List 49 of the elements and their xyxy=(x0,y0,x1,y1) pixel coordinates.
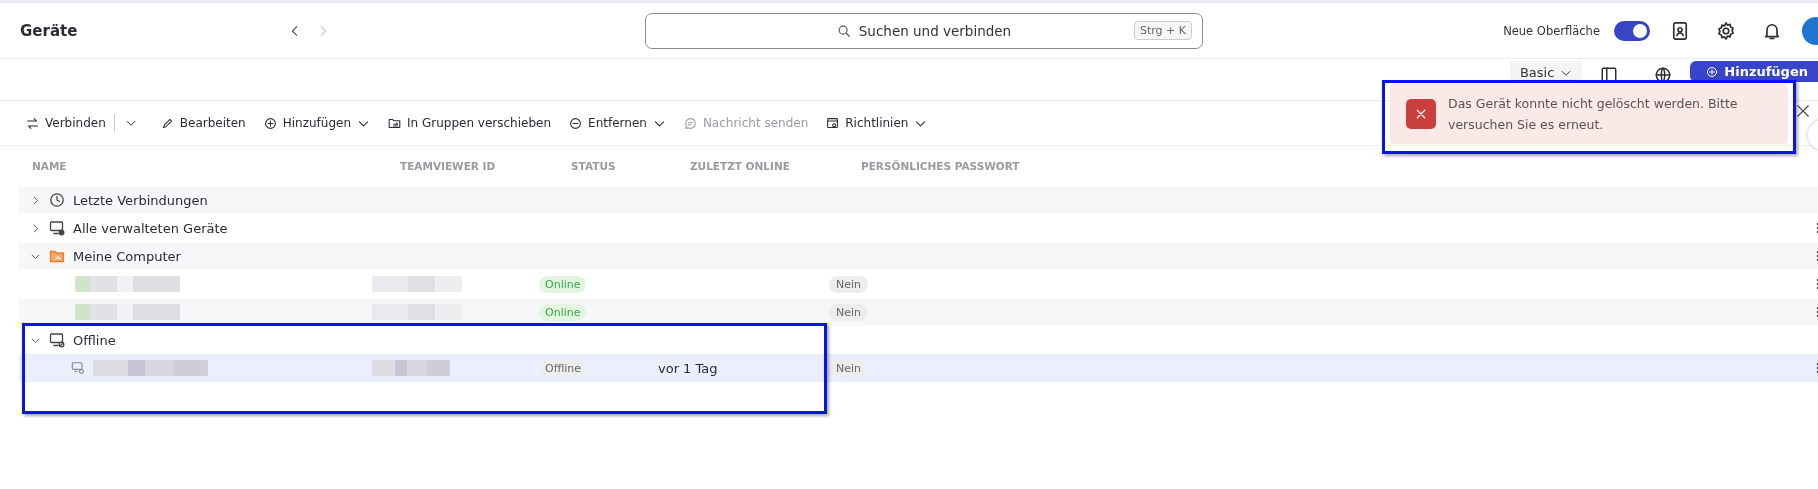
add-button[interactable]: Hinzufügen xyxy=(1690,61,1818,82)
search-placeholder: Suchen und verbinden xyxy=(858,22,1012,39)
toggle-label: Neue Oberfläche xyxy=(1503,23,1600,38)
minus-circle-icon xyxy=(569,116,583,130)
error-icon xyxy=(1406,99,1436,129)
monitor-user-icon xyxy=(49,220,65,236)
status-badge: Online xyxy=(539,275,587,293)
contact-book-icon[interactable] xyxy=(1670,20,1690,41)
pencil-icon xyxy=(160,116,174,130)
group-name[interactable]: Alle verwalteten Geräte xyxy=(73,220,228,236)
status-badge: Online xyxy=(539,303,587,321)
plus-circle-icon xyxy=(1706,65,1719,78)
group-name[interactable]: Letzte Verbindungen xyxy=(73,192,208,208)
search-field[interactable]: Suchen und verbinden Strg + K xyxy=(645,12,1203,49)
settings-icon[interactable] xyxy=(1716,20,1736,41)
clock-icon xyxy=(49,192,65,208)
plus-circle-icon xyxy=(263,116,277,130)
column-header: ZULETZT ONLINE xyxy=(690,160,791,172)
policy-gear-icon xyxy=(826,116,840,130)
password-badge: Nein xyxy=(829,303,869,321)
group-name[interactable]: Offline xyxy=(73,332,116,348)
column-header: STATUS xyxy=(571,160,617,172)
page-title: Geräte xyxy=(20,21,79,40)
folder-icon xyxy=(49,248,65,264)
swap-arrows-icon xyxy=(26,116,39,130)
column-header: PERSÖNLICHES PASSWORT xyxy=(861,160,1021,172)
error-message: Das Gerät konnte nicht gelöscht werden. Bitte versuchen Sie es erneut. xyxy=(1448,95,1739,134)
column-header: NAME xyxy=(32,160,68,172)
chat-bubble-icon xyxy=(683,116,697,130)
toolbar-button[interactable]: Richtlinien xyxy=(826,116,928,130)
toolbar-button[interactable]: Bearbeiten xyxy=(160,116,246,130)
offline-device-icon xyxy=(71,361,85,375)
password-badge: Nein xyxy=(829,275,869,293)
search-icon xyxy=(836,23,851,38)
status-badge: Offline xyxy=(539,359,588,377)
last-online-text: vor 1 Tag xyxy=(658,360,718,376)
toolbar-button[interactable]: Verbinden xyxy=(26,116,106,130)
toolbar-button[interactable]: Entfernen xyxy=(569,116,666,130)
toolbar-button[interactable]: In Gruppen verschieben xyxy=(388,116,552,130)
monitor-blocked-icon xyxy=(49,332,65,348)
toggle-switch[interactable] xyxy=(1614,20,1650,41)
toolbar-button[interactable]: Hinzufügen xyxy=(263,116,370,130)
group-name[interactable]: Meine Computer xyxy=(73,248,181,264)
column-header: TEAMVIEWER ID xyxy=(400,160,497,172)
close-icon[interactable] xyxy=(1796,104,1810,118)
folder-arrows-icon xyxy=(388,116,401,130)
selected-row[interactable]: Offline vor 1 Tag Nein xyxy=(19,354,1818,382)
shortcut-hint: Strg + K xyxy=(1133,21,1192,40)
password-badge: Nein xyxy=(829,359,869,377)
